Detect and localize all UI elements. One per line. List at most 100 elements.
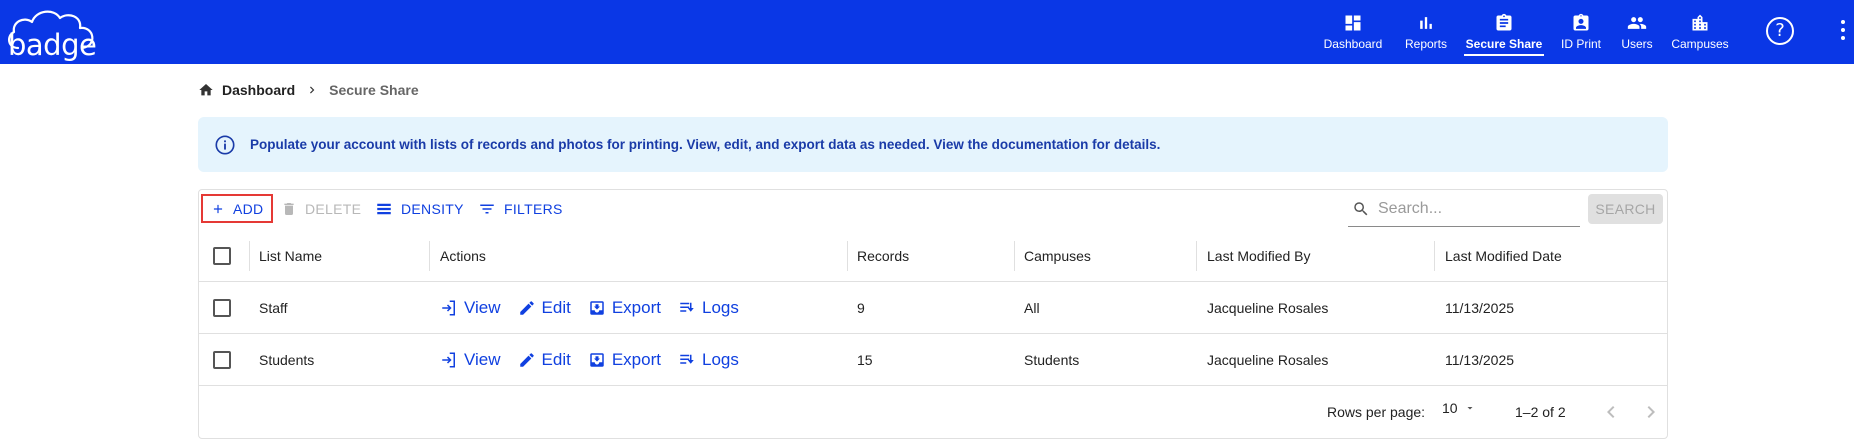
records-cell: 15 [857,352,873,368]
add-label: ADD [233,200,264,217]
export-action[interactable]: Export [588,350,661,370]
column-separator [249,241,250,271]
modified-date-cell: 11/13/2025 [1445,300,1515,316]
modified-by-cell: Jacqueline Rosales [1207,300,1329,316]
filters-label: FILTERS [504,200,563,217]
row-checkbox-cell [213,282,231,334]
delete-label: DELETE [305,200,362,217]
chevron-right-icon[interactable] [1639,400,1663,424]
filter-icon [480,204,494,213]
table-header: List Name Actions Records Campuses Last … [199,230,1667,282]
nav-campuses[interactable]: Campuses [1670,0,1730,64]
dashboard-icon [1345,15,1361,31]
logs-action[interactable]: Logs [678,298,739,318]
sort-list-icon [680,354,694,364]
search-field [1348,191,1580,227]
view-action[interactable]: View [440,350,501,370]
kebab-dot-icon [1841,36,1845,40]
modified-by-cell: Jacqueline Rosales [1207,352,1329,368]
secure-share-grid: ADD DELETE DENSITY FILTERS SEARCH List N… [198,189,1668,439]
filters-button[interactable]: FILTERS [478,194,563,223]
chevron-right-icon [310,86,315,94]
records-cell: 9 [857,300,865,316]
column-header-campuses[interactable]: Campuses [1024,230,1091,282]
edit-action[interactable]: Edit [518,298,571,318]
select-all-cell [213,230,231,282]
column-header-list-name[interactable]: List Name [259,230,322,282]
view-label: View [464,350,501,369]
column-separator [847,241,848,271]
rows-per-page-select[interactable]: 10 [1442,400,1476,416]
rows-per-page-label: Rows per page: [1327,404,1426,420]
nav-dashboard[interactable]: Dashboard [1322,0,1384,64]
logs-action[interactable]: Logs [678,350,739,370]
logo-text: badge [8,28,97,62]
breadcrumb: Dashboard Secure Share [198,82,419,98]
nav-reports[interactable]: Reports [1401,0,1451,64]
table-row[interactable]: Staff View Edit Export Logs 9 All Jacque… [199,282,1667,334]
column-header-last-modified-date[interactable]: Last Modified Date [1445,230,1562,282]
modified-date-cell: 11/13/2025 [1445,352,1515,368]
nav-secure-share[interactable]: Secure Share [1464,0,1544,64]
column-header-last-modified-by[interactable]: Last Modified By [1207,230,1311,282]
more-menu-button[interactable] [1840,20,1846,44]
search-button[interactable]: SEARCH [1588,194,1663,224]
delete-button[interactable]: DELETE [281,194,361,223]
export-label: Export [611,350,661,369]
rows-per-page-value: 10 [1442,400,1458,416]
bar-chart-icon [1420,17,1432,29]
info-icon [215,134,235,155]
trash-icon [284,202,294,215]
column-separator [429,241,430,271]
actions-cell: View Edit Export Logs [440,282,756,334]
row-checkbox-cell [213,334,231,386]
density-button[interactable]: DENSITY [375,194,464,223]
chevron-left-icon[interactable] [1599,400,1623,424]
select-all-checkbox[interactable] [213,247,231,265]
buildings-icon [1692,14,1708,31]
list-name-cell: Staff [259,300,288,316]
active-tab-indicator [1464,54,1544,56]
login-icon [442,352,455,368]
plus-icon [213,204,223,213]
column-separator [1196,241,1197,271]
home-icon [199,84,213,96]
view-action[interactable]: View [440,298,501,318]
logs-label: Logs [701,350,739,369]
row-checkbox[interactable] [213,351,231,369]
campuses-cell: Students [1024,352,1080,368]
badge-logo[interactable]: badge [4,6,114,62]
search-input[interactable] [1378,199,1568,218]
nav-id-print[interactable]: ID Print [1557,0,1605,64]
top-app-bar: badge Dashboard Reports Secure Share ID … [0,0,1854,64]
breadcrumb-current: Secure Share [329,82,419,98]
users-icon [1627,17,1647,29]
sort-list-icon [680,302,694,312]
nav-label: Secure Share [1465,37,1543,51]
help-button[interactable]: ? [1766,17,1794,45]
id-badge-icon [1573,13,1589,31]
add-button[interactable]: ADD [201,194,274,223]
breadcrumb-dashboard-link[interactable]: Dashboard [222,82,295,98]
pagination-range: 1–2 of 2 [1515,404,1566,420]
actions-cell: View Edit Export Logs [440,334,756,386]
export-action[interactable]: Export [588,298,661,318]
logs-label: Logs [701,298,739,317]
nav-label: Dashboard [1323,37,1383,51]
column-header-records[interactable]: Records [857,230,909,282]
density-icon [377,203,391,214]
column-header-actions[interactable]: Actions [440,230,486,282]
grid-footer: Rows per page: 10 1–2 of 2 [199,386,1667,438]
table-row[interactable]: Students View Edit Export Logs 15 Studen… [199,334,1667,386]
density-label: DENSITY [401,200,464,217]
column-separator [1434,241,1435,271]
kebab-dot-icon [1841,28,1845,32]
edit-action[interactable]: Edit [518,350,571,370]
row-checkbox[interactable] [213,299,231,317]
nav-users[interactable]: Users [1618,0,1656,64]
column-separator [1014,241,1015,271]
nav-label: Reports [1404,37,1448,51]
inbox-download-icon [590,301,604,315]
info-text: Populate your account with lists of reco… [250,137,1161,152]
view-label: View [464,298,501,317]
